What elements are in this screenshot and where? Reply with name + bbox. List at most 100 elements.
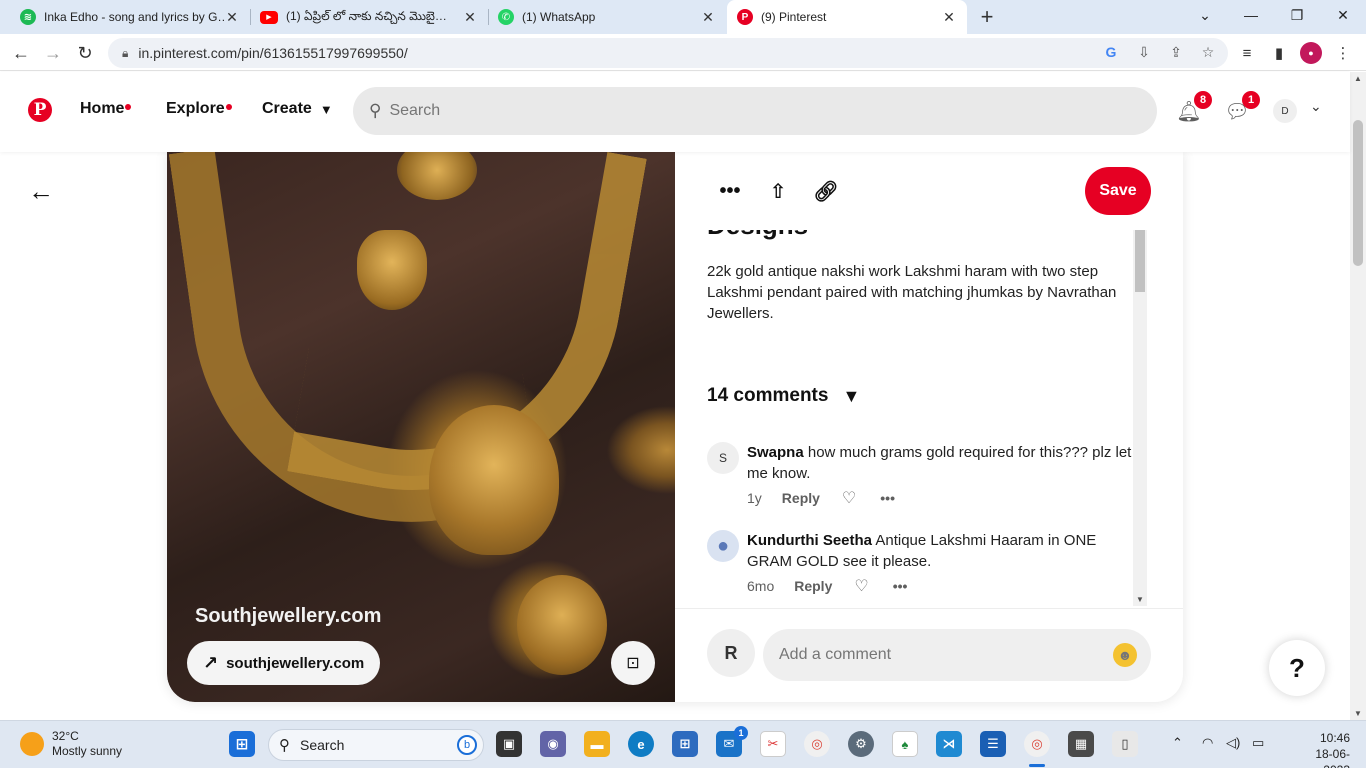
active-app-indicator [1029, 764, 1045, 767]
tab-whatsapp[interactable]: ✆ (1) WhatsApp ✕ [488, 0, 726, 34]
heart-icon[interactable]: ♡ [854, 576, 868, 596]
google-lens-icon[interactable]: G [1101, 42, 1121, 62]
task-view-icon[interactable]: ▣ [496, 731, 522, 757]
chrome-profile-icon[interactable]: ◎ [804, 731, 830, 757]
side-panel-icon[interactable]: ▮ [1268, 42, 1290, 64]
edge-icon[interactable]: e [628, 731, 654, 757]
address-bar[interactable]: 🔒︎ in.pinterest.com/pin/6136155179976995… [108, 38, 1228, 68]
close-icon[interactable]: ✕ [462, 9, 478, 26]
search-icon: ⚲ [369, 101, 382, 120]
new-tab-button[interactable]: + [976, 4, 998, 30]
nav-create-label: Create [262, 100, 312, 117]
minimize-button[interactable]: — [1228, 0, 1274, 30]
close-icon[interactable]: ✕ [941, 9, 957, 26]
teams-chat-icon[interactable]: ◉ [540, 731, 566, 757]
source-link-button[interactable]: ↗ southjewellery.com [187, 641, 381, 685]
url-text: in.pinterest.com/pin/613615517997699550/ [138, 45, 408, 61]
comment-meta: 1y Reply ♡ ••• [747, 488, 895, 508]
device-app-icon[interactable]: ▯ [1112, 731, 1138, 757]
install-app-icon[interactable]: ⇩ [1134, 42, 1154, 62]
share-icon[interactable]: ⇪ [1166, 42, 1186, 62]
avatar[interactable]: ● [707, 530, 739, 562]
reply-button[interactable]: Reply [782, 490, 820, 506]
notifications-bell-icon[interactable]: 🔔︎ 8 [1176, 91, 1212, 124]
scroll-up-arrow-icon[interactable]: ▲ [1350, 74, 1366, 83]
reload-icon[interactable]: ↻ [72, 40, 98, 66]
store-icon[interactable]: ⊞ [672, 731, 698, 757]
snipping-tool-icon[interactable]: ✂ [760, 731, 786, 757]
forward-arrow-icon[interactable]: → [40, 40, 66, 66]
back-arrow-icon[interactable]: ← [8, 40, 34, 66]
vscode-icon[interactable]: ⋊ [936, 731, 962, 757]
share-upload-icon[interactable]: ⇧ [763, 176, 793, 206]
youtube-icon: ▶ [260, 10, 278, 24]
tab-title: (1) ఏప్రిల్ లో నాకు నచ్చిన మొబై… [286, 8, 447, 23]
comment-input[interactable]: Add a comment ☻ [763, 629, 1151, 681]
back-arrow-icon[interactable]: ← [26, 176, 56, 206]
pinterest-logo-icon[interactable]: P [28, 98, 52, 122]
taskbar-search[interactable]: ⚲ Search b [268, 729, 484, 761]
windows-start-icon[interactable]: ⊞ [229, 731, 255, 757]
pin-image[interactable]: Southjewellery.com ↗ southjewellery.com … [167, 150, 675, 702]
comment-age: 6mo [747, 578, 775, 594]
account-chevron-down-icon[interactable]: ⌄ [1310, 98, 1322, 115]
scrollbar-thumb[interactable] [1353, 120, 1363, 266]
details-scrollbar[interactable]: ▼ [1133, 210, 1147, 606]
comment-item: S Swapna how much grams gold required fo… [707, 442, 1137, 512]
save-button[interactable]: Save [1085, 167, 1151, 215]
close-icon[interactable]: ✕ [700, 9, 716, 26]
mail-icon[interactable]: ✉ 1 [716, 726, 748, 757]
battery-icon[interactable]: ▭ [1252, 735, 1264, 751]
avatar[interactable]: S [707, 442, 739, 474]
more-options-icon[interactable]: ••• [893, 578, 908, 594]
volume-icon[interactable]: ◁) [1226, 735, 1240, 751]
mongodb-leaf-icon[interactable]: ♠ [892, 731, 918, 757]
search-input[interactable]: ⚲ Search [353, 87, 1157, 135]
heart-icon[interactable]: ♡ [842, 488, 856, 508]
profile-avatar-icon[interactable]: ● [1300, 42, 1322, 64]
notepad-icon[interactable]: ☰ [980, 731, 1006, 757]
tab-search-chevron-icon[interactable]: ⌄ [1182, 0, 1228, 30]
avatar[interactable]: D [1273, 99, 1297, 123]
file-explorer-icon[interactable]: ▬ [584, 731, 610, 757]
restore-button[interactable]: ❐ [1274, 0, 1320, 30]
scroll-down-arrow-icon[interactable]: ▼ [1350, 709, 1366, 718]
window-close-button[interactable]: ✕ [1320, 0, 1366, 30]
wifi-icon[interactable]: ◠ [1202, 735, 1213, 751]
nav-create[interactable]: Create ▼ [262, 100, 333, 118]
pinterest-icon: P [737, 9, 753, 25]
source-link-label: southjewellery.com [226, 654, 365, 672]
comment-author[interactable]: Kundurthi Seetha [747, 532, 872, 549]
browser-menu-icon[interactable]: ⋮ [1332, 42, 1354, 64]
copy-link-icon[interactable]: 🔗︎ [811, 176, 841, 206]
emoji-picker-icon[interactable]: ☻ [1113, 643, 1137, 667]
tab-spotify[interactable]: ≋ Inka Edho - song and lyrics by G… ✕ [10, 0, 250, 34]
nav-home[interactable]: Home [80, 100, 132, 118]
tab-youtube[interactable]: ▶ (1) ఏప్రిల్ లో నాకు నచ్చిన మొబై… ✕ [250, 0, 488, 34]
page-scrollbar[interactable]: ▲ ▼ [1350, 72, 1366, 720]
reply-button[interactable]: Reply [794, 578, 832, 594]
weather-widget[interactable]: 32°C Mostly sunny [20, 729, 122, 759]
comment-age: 1y [747, 490, 762, 506]
tray-chevron-up-icon[interactable]: ⌃ [1172, 735, 1183, 751]
bookmark-star-icon[interactable]: ☆ [1198, 42, 1218, 62]
messages-icon[interactable]: 💬︎ 1 [1224, 91, 1260, 124]
visual-search-lens-icon[interactable]: ⊡ [611, 641, 655, 685]
settings-gear-icon[interactable]: ⚙ [848, 731, 874, 757]
comment-author[interactable]: Swapna [747, 444, 804, 461]
scrollbar-thumb[interactable] [1135, 222, 1145, 292]
calculator-icon[interactable]: ▦ [1068, 731, 1094, 757]
nav-explore[interactable]: Explore [166, 100, 232, 118]
close-icon[interactable]: ✕ [224, 9, 240, 26]
system-clock[interactable]: 10:46 18-06-2023 [1300, 730, 1350, 768]
tab-pinterest[interactable]: P (9) Pinterest ✕ [727, 0, 967, 34]
scroll-down-arrow-icon[interactable]: ▼ [1133, 595, 1147, 604]
pin-details: Designs ••• ⇧ 🔗︎ Save 22k gold antique n… [675, 150, 1183, 702]
media-queue-icon[interactable]: ≡ [1236, 42, 1258, 64]
more-options-icon[interactable]: ••• [715, 176, 745, 206]
comments-toggle[interactable]: 14 comments ▼ [707, 385, 860, 407]
more-options-icon[interactable]: ••• [880, 490, 895, 506]
chrome-icon[interactable]: ◎ [1024, 731, 1050, 757]
help-button[interactable]: ? [1269, 640, 1325, 696]
comment-placeholder: Add a comment [779, 646, 892, 663]
